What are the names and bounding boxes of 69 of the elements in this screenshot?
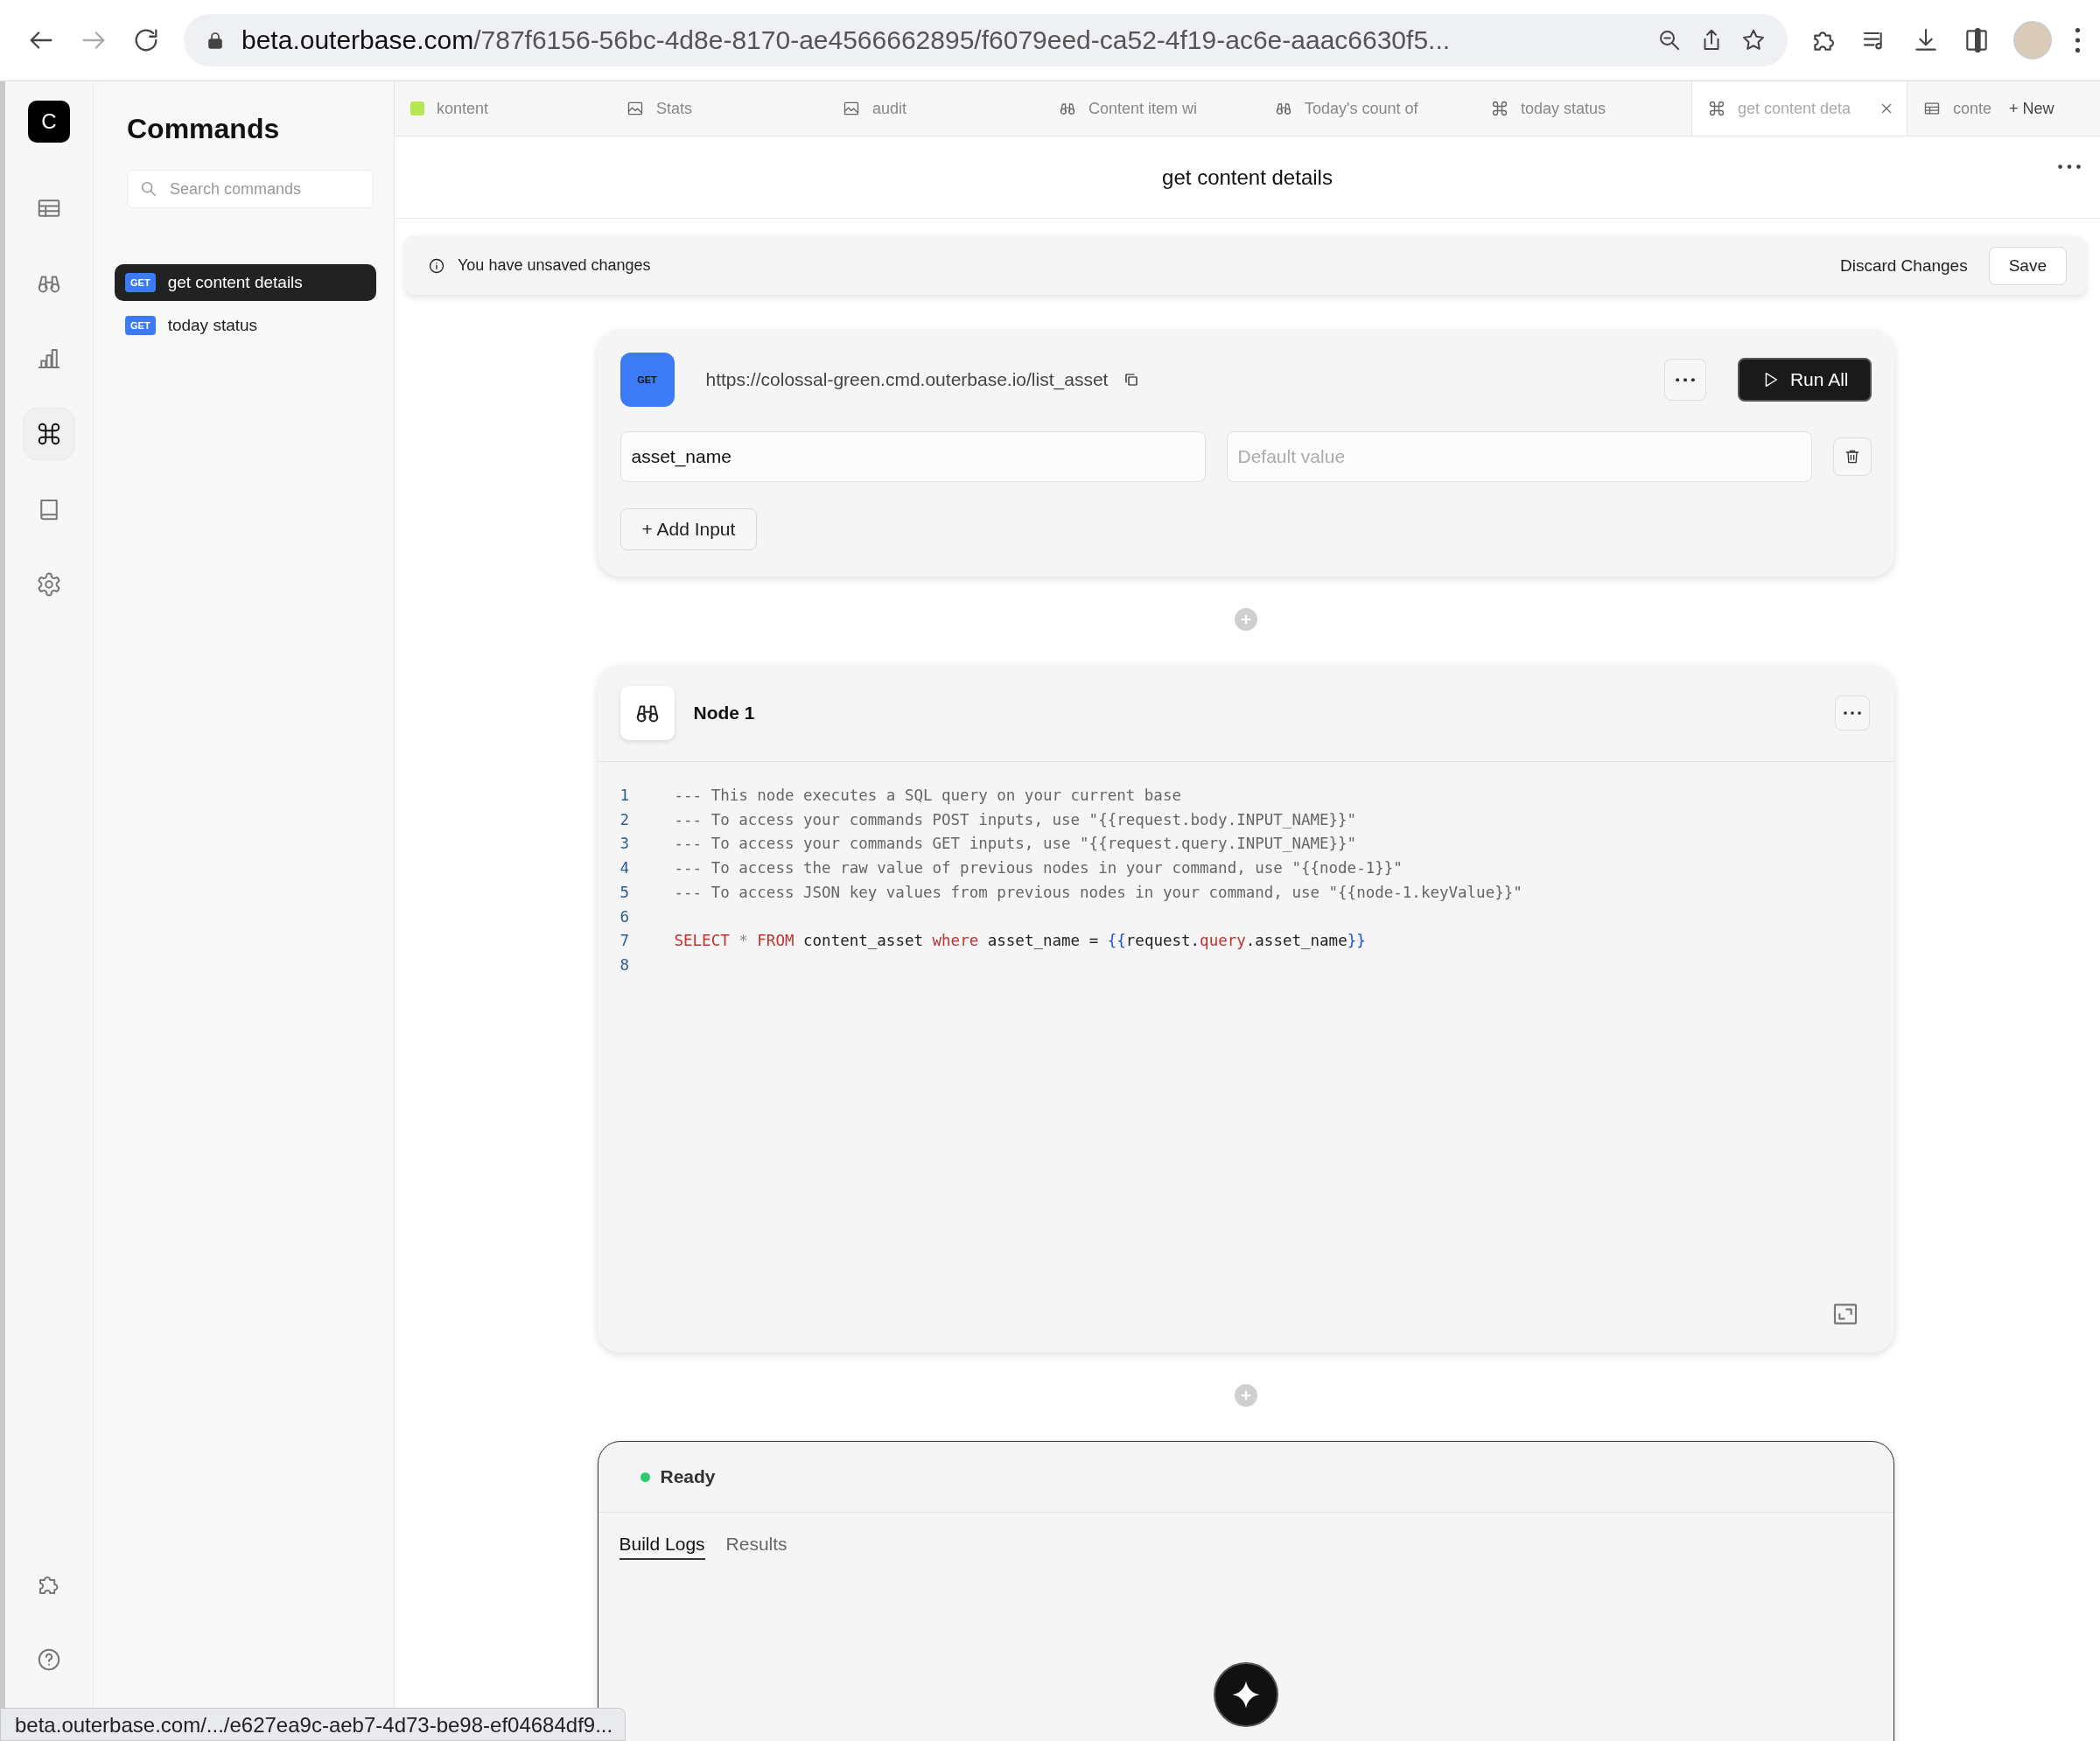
code-line: --- This node executes a SQL query on your current base: [674, 786, 1181, 806]
code-line: --- To access your commands POST inputs, use "{{request.body.INPUT_NAME}}": [674, 809, 1357, 830]
panel-title: Commands: [127, 113, 281, 145]
line-number: 2: [620, 809, 631, 830]
tab-label: conte: [1953, 99, 1992, 118]
tab-label: audit: [872, 99, 908, 118]
command-label: today status: [167, 316, 258, 335]
delete-button[interactable]: [1832, 437, 1872, 476]
code-line: --- To access your commands GET inputs, use "{{request.query.INPUT_NAME}}": [674, 834, 1357, 855]
settings-icon: [36, 571, 62, 598]
line-number: 5: [620, 882, 631, 903]
tab-label: Content item wi: [1088, 99, 1199, 118]
copy-icon: [1124, 372, 1140, 388]
line-number: 4: [620, 858, 631, 879]
search-icon: [139, 179, 158, 199]
node-type-button[interactable]: [620, 686, 675, 740]
code-line: SELECT * FROM content_asset where asset_name = {{request.query.asset_name}}: [674, 931, 1366, 952]
command-icon: [36, 421, 62, 447]
base-icon: [410, 101, 424, 115]
address-bar[interactable]: beta.outerbase.com/787f6156-56bc-4d8e-8170-ae4566662895/f6079eed-ca52-4f19-ac6e-aaac6630f5...: [184, 14, 1788, 66]
code-line: --- To access JSON key values from previous nodes in your command, use "{{node-1.keyValue}}": [674, 882, 1522, 903]
command-icon: [1491, 100, 1508, 117]
status-label: Ready: [660, 1466, 716, 1487]
tab-label: kontent: [437, 99, 490, 118]
more-icon: [2058, 164, 2081, 170]
method-tag: GET: [125, 273, 156, 292]
tab-label: Stats: [656, 99, 694, 118]
page-title: get content details: [1162, 164, 1333, 190]
more-icon: [1675, 377, 1695, 382]
tab-label: get content deta: [1738, 99, 1852, 118]
line-number: 7: [620, 931, 631, 952]
code-line: --- To access the raw value of previous nodes in your command, use "{{node-1}}": [674, 858, 1403, 879]
discard-button[interactable]: Discard Changes: [1830, 250, 1977, 281]
method-badge: GET: [620, 353, 675, 407]
image-icon: [843, 100, 860, 117]
default-value-field[interactable]: Default value: [1226, 431, 1812, 482]
command-label: get content details: [167, 273, 303, 292]
search-field[interactable]: Search commands: [127, 170, 374, 208]
url-text: beta.outerbase.com/787f6156-56bc-4d8e-8170-ae4566662895/f6079eed-ca52-4f19-ac6e-aaac6630f5...: [242, 25, 1451, 55]
kebab-menu-icon[interactable]: [2075, 28, 2081, 52]
command-item[interactable]: GET get content details: [115, 264, 376, 301]
endpoint-url: https://colossal-green.cmd.outerbase.io/list_asset: [705, 369, 1109, 390]
method-tag: GET: [125, 316, 156, 335]
node-title: Node 1: [693, 703, 756, 724]
line-number: 3: [620, 834, 631, 855]
info-icon: [428, 256, 445, 275]
more-icon: [1843, 711, 1861, 715]
link-preview: beta.outerbase.com/.../e627ea9c-aeb7-4d73-be98-ef04684df9...: [0, 1708, 626, 1741]
tab-label: Today's count of: [1305, 99, 1419, 118]
banner-message: You have unsaved changes: [458, 256, 651, 275]
tab-label: today status: [1521, 99, 1607, 118]
line-number: 6: [620, 906, 631, 927]
help-icon: [36, 1647, 62, 1673]
add-node-button[interactable]: [1234, 608, 1257, 631]
rail-item[interactable]: [24, 409, 74, 459]
image-icon: [626, 100, 644, 117]
run-all-button[interactable]: Run All: [1737, 358, 1872, 402]
workspace-logo[interactable]: C: [28, 101, 70, 143]
command-item[interactable]: GET today status: [115, 307, 376, 344]
line-number: 8: [620, 954, 631, 975]
add-node-button[interactable]: [1234, 1384, 1257, 1407]
new-tab-button[interactable]: + New: [2000, 81, 2063, 136]
input-name-field[interactable]: asset_name: [620, 431, 1206, 482]
line-number: 1: [620, 786, 631, 806]
output-tab[interactable]: Results: [725, 1530, 788, 1560]
command-icon: [1708, 100, 1726, 117]
save-button[interactable]: Save: [1988, 246, 2067, 285]
output-tab[interactable]: Build Logs: [619, 1530, 705, 1560]
add-input-button[interactable]: + Add Input: [620, 508, 758, 550]
